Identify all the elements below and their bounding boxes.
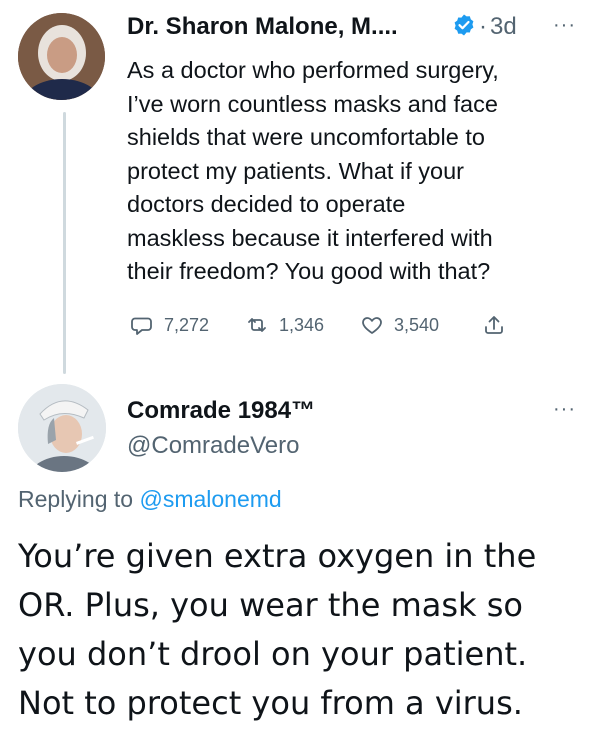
reply-text: You’re given extra oxygen in the OR. Plu…: [18, 532, 588, 728]
reply-text-line: OR. Plus, you wear the mask so: [18, 586, 523, 624]
reply-more-icon[interactable]: ···: [553, 398, 576, 421]
reply-count: 7,272: [164, 314, 210, 335]
tweet-text-line: protect my patients. What if your: [127, 157, 464, 184]
share-icon: [485, 316, 503, 334]
replying-to-label: Replying to: [18, 486, 134, 512]
tweet-text-line: I’ve worn countless masks and face: [127, 90, 498, 117]
retweet-count: 1,346: [279, 314, 325, 335]
avatar-portrait-image: [18, 13, 105, 100]
verified-badge-icon: [454, 14, 474, 36]
tweet-text-line: doctors decided to operate: [127, 191, 406, 217]
reply-text-line: you don’t drool on your patient.: [18, 635, 528, 673]
replying-to-line: Replying to @smalonemd: [18, 486, 282, 513]
tweet-text: As a doctor who performed surgery, I’ve …: [127, 54, 587, 289]
tweet-text-line: their freedom? You good with that?: [127, 258, 491, 284]
reply-bubble-icon: [131, 317, 152, 335]
tweet-text-line: maskless because it interfered with: [127, 224, 493, 251]
reply-text-line: Not to protect you from a virus.: [18, 684, 523, 722]
tweet-timestamp[interactable]: 3d: [490, 13, 517, 41]
reply-author-avatar[interactable]: [18, 384, 106, 472]
like-count: 3,540: [394, 314, 440, 335]
tweet-text-line: As a doctor who performed surgery,: [127, 57, 499, 83]
reply-author-handle[interactable]: @ComradeVero: [127, 432, 299, 460]
reply-action[interactable]: 7,272: [130, 313, 209, 337]
thread-connector-line: [63, 112, 66, 374]
tweet-text-line: shields that were uncomfortable to: [127, 124, 485, 150]
reply-author-name[interactable]: Comrade 1984™: [127, 397, 315, 425]
tweet-time-separator: ·: [479, 13, 487, 40]
share-action[interactable]: [482, 313, 506, 337]
author-name[interactable]: Dr. Sharon Malone, M....: [127, 13, 398, 41]
retweet-icon: [248, 318, 266, 332]
reply-text-line: You’re given extra oxygen in the: [18, 537, 537, 575]
retweet-action[interactable]: 1,346: [245, 313, 324, 337]
heart-icon: [362, 317, 382, 334]
replying-to-mention[interactable]: @smalonemd: [139, 486, 281, 512]
tweet-more-icon[interactable]: ···: [553, 14, 576, 37]
avatar-portrait-image: [18, 384, 106, 472]
author-avatar[interactable]: [18, 13, 105, 100]
like-action[interactable]: 3,540: [360, 313, 439, 337]
